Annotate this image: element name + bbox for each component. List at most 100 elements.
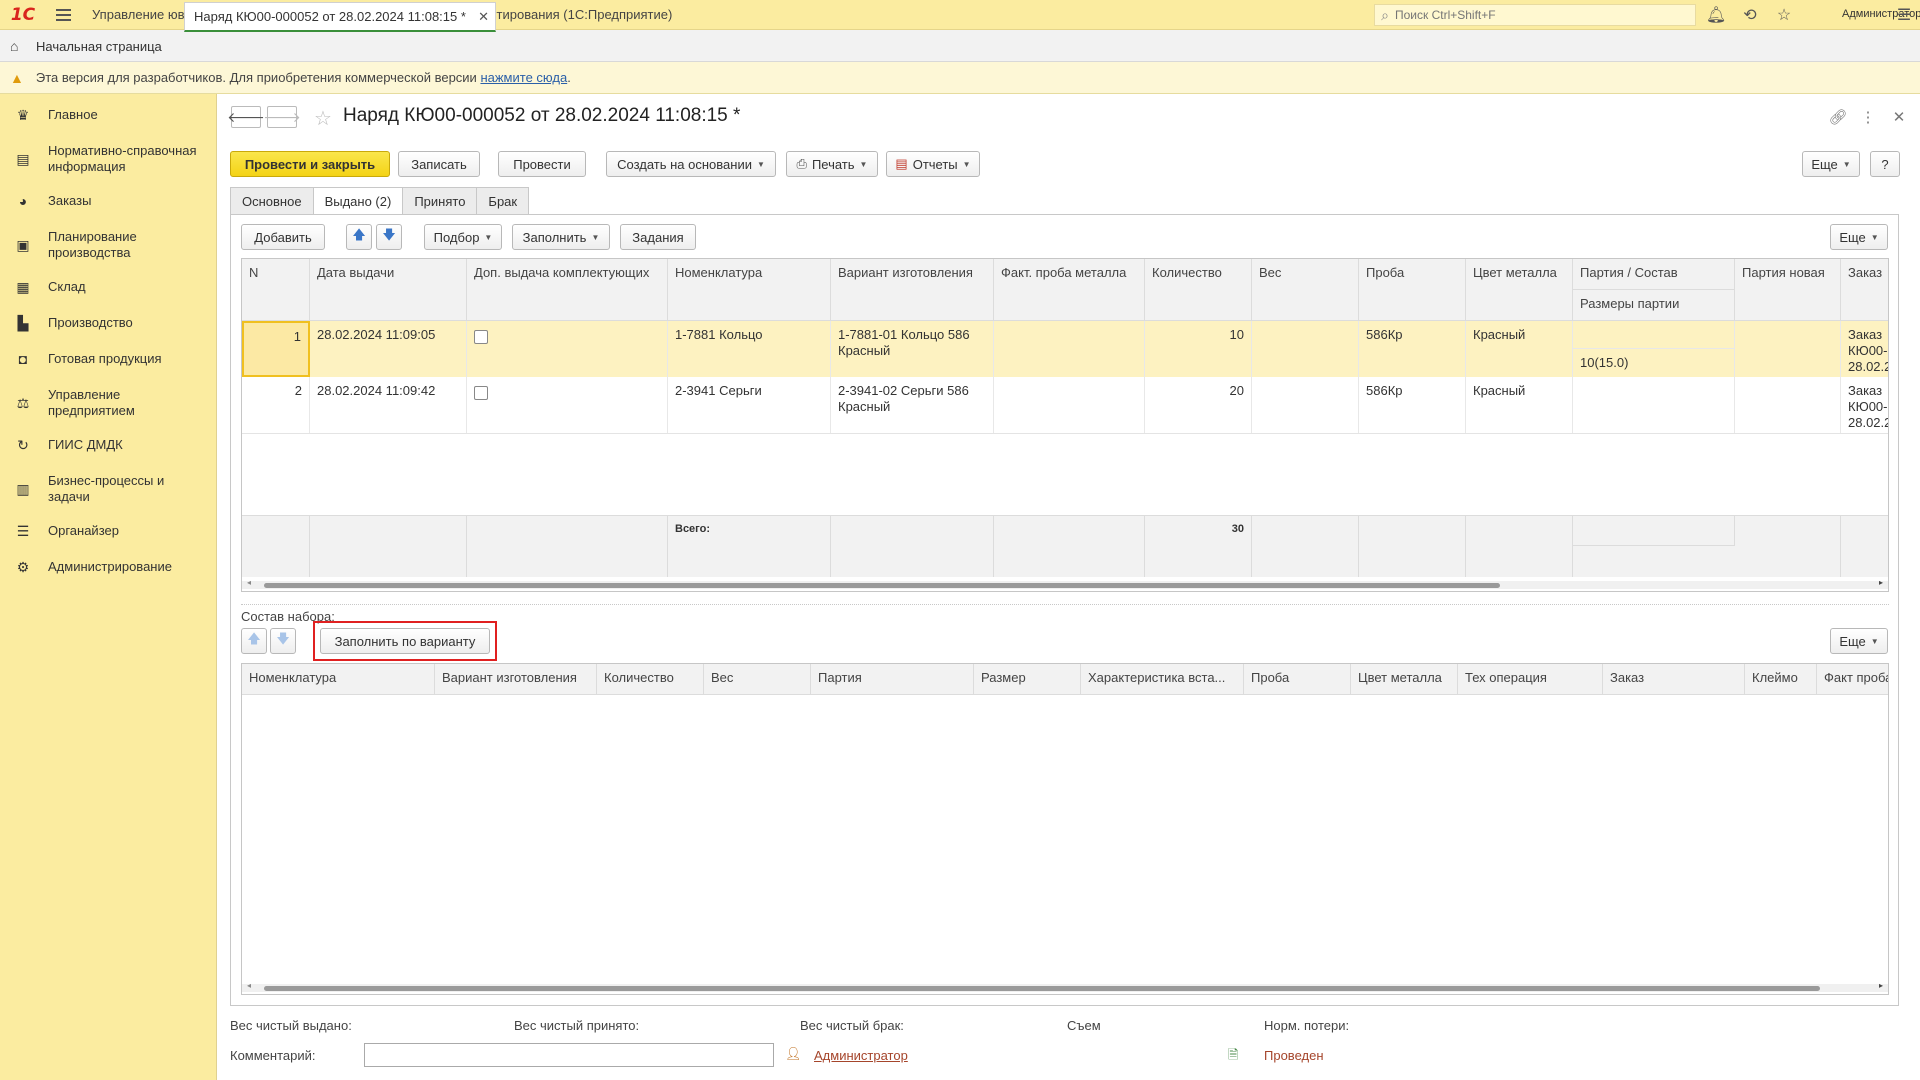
cell-extra[interactable] (467, 377, 668, 433)
back-button[interactable]: 🡐 (227, 106, 265, 128)
kit-col-nomenclature[interactable]: Номенклатура (242, 664, 435, 695)
cell-n[interactable]: 2 (242, 377, 310, 433)
cell-nomenclature[interactable]: 2-3941 Серьги (668, 377, 831, 433)
cell-date[interactable]: 28.02.2024 11:09:05 (310, 321, 467, 377)
kit-move-down-button[interactable]: 🡇 (270, 628, 296, 654)
kit-col-order[interactable]: Заказ (1603, 664, 1745, 695)
sidebar-item-warehouse[interactable]: ▦ Склад (0, 278, 217, 296)
tab-defect[interactable]: Брак (476, 187, 530, 215)
cell-nomenclature[interactable]: 1-7881 Кольцо (668, 321, 831, 377)
cell-weight[interactable] (1252, 377, 1359, 433)
cell-batch-new[interactable] (1735, 321, 1841, 377)
more-button[interactable]: Еще ▼ (1802, 151, 1860, 177)
kit-col-insert-characteristic[interactable]: Характеристика вста... (1081, 664, 1244, 695)
col-header-color[interactable]: Цвет металла (1466, 259, 1573, 321)
post-and-close-button[interactable]: Провести и закрыть (230, 151, 390, 177)
history-icon[interactable]: ⟲ (1740, 5, 1760, 25)
purchase-link[interactable]: нажмите сюда (480, 70, 567, 85)
close-form-icon[interactable]: ✕ (1888, 106, 1910, 128)
cell-order[interactable]: Заказ КЮ00- 28.02.2 (1841, 377, 1888, 433)
cell-batch[interactable] (1573, 377, 1735, 433)
create-based-on-button[interactable]: Создать на основании ▼ (606, 151, 776, 177)
sidebar-item-management[interactable]: ⚖ Управление предприятием (0, 386, 217, 420)
issued-horizontal-scrollbar[interactable]: ◂ ▸ (242, 578, 1888, 589)
cell-color[interactable]: Красный (1466, 377, 1573, 433)
sidebar-item-giis[interactable]: ↻ ГИИС ДМДК (0, 436, 217, 454)
move-down-button[interactable]: 🡇 (376, 224, 402, 250)
close-tab-icon[interactable]: ✕ (478, 9, 489, 25)
fill-button[interactable]: Заполнить ▼ (512, 224, 610, 250)
extra-issue-checkbox[interactable] (474, 386, 488, 400)
reports-button[interactable]: ▤ Отчеты ▼ (886, 151, 980, 177)
help-button[interactable]: ? (1870, 151, 1900, 177)
post-button[interactable]: Провести (498, 151, 586, 177)
col-header-batch[interactable]: Партия / Состав (1573, 259, 1735, 290)
col-header-weight[interactable]: Вес (1252, 259, 1359, 321)
col-header-extra[interactable]: Доп. выдача комплектующих (467, 259, 668, 321)
sidebar-item-business-processes[interactable]: ▥ Бизнес-процессы и задачи (0, 472, 217, 506)
cell-batch-new[interactable] (1735, 377, 1841, 433)
comment-field[interactable] (364, 1043, 774, 1067)
kit-move-up-button[interactable]: 🡅 (241, 628, 267, 654)
issued-more-button[interactable]: Еще ▼ (1830, 224, 1888, 250)
search-input[interactable] (1395, 8, 1685, 22)
cell-n[interactable]: 1 (242, 321, 310, 377)
scroll-right-icon[interactable]: ▸ (1879, 578, 1883, 587)
col-header-nomenclature[interactable]: Номенклатура (668, 259, 831, 321)
cell-qty[interactable]: 20 (1145, 377, 1252, 433)
favorites-star-icon[interactable]: ☆ (1774, 5, 1794, 25)
scroll-right-icon[interactable]: ▸ (1879, 981, 1883, 990)
col-header-batch-new[interactable]: Партия новая (1735, 259, 1841, 321)
cell-batch-sizes[interactable]: 10(15.0) (1573, 349, 1735, 377)
tab-issued[interactable]: Выдано (2) (312, 187, 404, 215)
cell-variant[interactable]: 1-7881-01 Кольцо 586 Красный (831, 321, 994, 377)
kit-horizontal-scrollbar[interactable]: ◂ ▸ (242, 981, 1888, 992)
kit-col-metal-color[interactable]: Цвет металла (1351, 664, 1458, 695)
scrollbar-thumb[interactable] (264, 986, 1820, 991)
cell-extra[interactable] (467, 321, 668, 377)
cell-batch[interactable] (1573, 321, 1735, 349)
tab-home[interactable]: ⌂ Начальная страница (0, 30, 176, 62)
author-link[interactable]: Администратор (814, 1048, 908, 1063)
cell-variant[interactable]: 2-3941-02 Серьги 586 Красный (831, 377, 994, 433)
kit-col-stamp[interactable]: Клеймо (1745, 664, 1817, 695)
cell-color[interactable]: Красный (1466, 321, 1573, 377)
more-actions-icon[interactable]: ⋮ (1857, 106, 1879, 128)
add-row-button[interactable]: Добавить (241, 224, 325, 250)
save-button[interactable]: Записать (398, 151, 480, 177)
cell-probe[interactable]: 586Кр (1359, 377, 1466, 433)
col-header-qty[interactable]: Количество (1145, 259, 1252, 321)
move-up-button[interactable]: 🡅 (346, 224, 372, 250)
cell-weight[interactable] (1252, 321, 1359, 377)
sidebar-item-production[interactable]: ▙ Производство (0, 314, 217, 332)
tab-received[interactable]: Принято (402, 187, 478, 215)
sidebar-item-planning[interactable]: ▣ Планирование производства (0, 228, 217, 262)
col-header-fact-probe[interactable]: Факт. проба металла (994, 259, 1145, 321)
cell-date[interactable]: 28.02.2024 11:09:42 (310, 377, 467, 433)
kit-col-probe[interactable]: Проба (1244, 664, 1351, 695)
cell-probe[interactable]: 586Кр (1359, 321, 1466, 377)
favorite-star-icon[interactable]: ☆ (314, 106, 332, 131)
kit-col-variant[interactable]: Вариант изготовления (435, 664, 597, 695)
sidebar-item-main[interactable]: ♛ Главное (0, 106, 217, 124)
sidebar-item-administration[interactable]: ⚙ Администрирование (0, 558, 217, 576)
tasks-button[interactable]: Задания (620, 224, 696, 250)
kit-more-button[interactable]: Еще ▼ (1830, 628, 1888, 654)
col-header-probe[interactable]: Проба (1359, 259, 1466, 321)
scroll-left-icon[interactable]: ◂ (247, 981, 251, 990)
kit-col-fact-probe[interactable]: Факт проба (1817, 664, 1888, 695)
col-header-date[interactable]: Дата выдачи (310, 259, 467, 321)
col-header-batch-sizes[interactable]: Размеры партии (1573, 290, 1735, 321)
bell-icon[interactable]: 🔔︎ (1706, 5, 1726, 25)
cell-qty[interactable]: 10 (1145, 321, 1252, 377)
kit-col-size[interactable]: Размер (974, 664, 1081, 695)
kit-col-qty[interactable]: Количество (597, 664, 704, 695)
search-box[interactable]: ⌕ (1374, 4, 1696, 26)
col-header-n[interactable]: N (242, 259, 310, 321)
col-header-variant[interactable]: Вариант изготовления (831, 259, 994, 321)
tab-main[interactable]: Основное (230, 187, 314, 215)
forward-button[interactable]: 🡒 (263, 106, 301, 128)
app-logo[interactable]: 1С (4, 0, 42, 30)
pick-button[interactable]: Подбор ▼ (424, 224, 502, 250)
main-menu-icon[interactable] (48, 0, 78, 30)
